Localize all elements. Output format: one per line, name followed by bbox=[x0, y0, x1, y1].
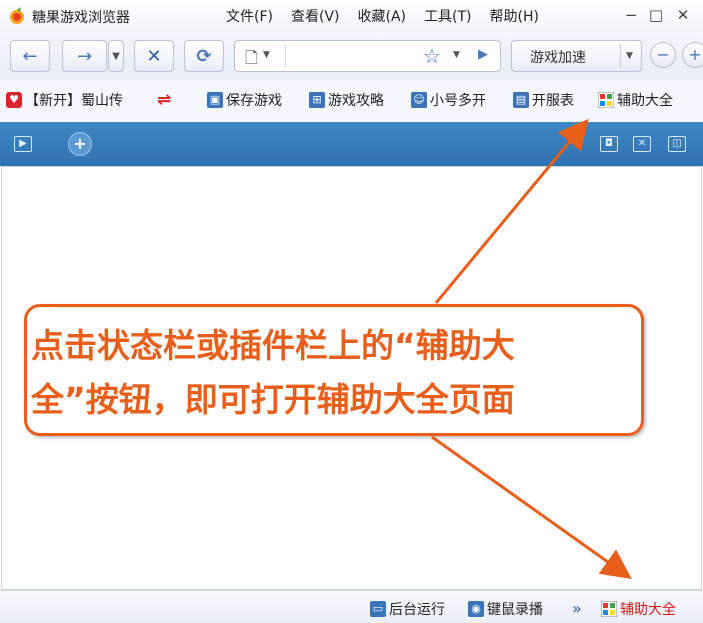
record-icon: ◉ bbox=[468, 601, 484, 617]
status-label: 辅助大全 bbox=[620, 602, 676, 618]
plugin-game-guide[interactable]: ⊞ 游戏攻略 bbox=[309, 90, 384, 110]
plugin-server-list[interactable]: ▤ 开服表 bbox=[513, 90, 574, 110]
divider bbox=[285, 45, 286, 67]
plugin-label: 辅助大全 bbox=[617, 93, 673, 109]
candy-logo-icon bbox=[10, 7, 24, 24]
minimize-button[interactable]: − bbox=[620, 5, 642, 25]
plugin-save-game[interactable]: ▣ 保存游戏 bbox=[207, 90, 282, 110]
chevron-down-icon[interactable]: ▼ bbox=[626, 51, 633, 61]
address-bar[interactable]: 🗋 ▼ ☆ ▼ ▶ bbox=[234, 40, 501, 72]
close-button[interactable]: ✕ bbox=[672, 5, 694, 25]
plugin-label: 开服表 bbox=[532, 93, 574, 109]
status-label: 后台运行 bbox=[389, 602, 445, 618]
game-speed-button[interactable]: 游戏加速 ▼ bbox=[511, 40, 642, 72]
menu-tools[interactable]: 工具(T) bbox=[424, 6, 471, 26]
arrow-left-icon: ← bbox=[22, 45, 38, 67]
calendar-icon: ▤ bbox=[513, 92, 529, 108]
chevron-down-icon: ▼ bbox=[112, 50, 120, 62]
callout-line-2: 全”按钮，即可打开辅助大全页面 bbox=[31, 380, 515, 419]
save-icon: ▣ bbox=[207, 92, 223, 108]
monitor-icon: ▭ bbox=[370, 601, 386, 617]
status-label: 键鼠录播 bbox=[487, 602, 543, 618]
plugin-assist-all[interactable]: 辅助大全 bbox=[597, 90, 673, 110]
grid-icon: ⊞ bbox=[309, 92, 325, 108]
menu-favorites[interactable]: 收藏(A) bbox=[358, 6, 407, 26]
stop-icon: ✕ bbox=[146, 45, 162, 67]
callout-line-1: 点击状态栏或插件栏上的“辅助大 bbox=[31, 326, 515, 365]
plugin-label: 游戏攻略 bbox=[328, 93, 384, 109]
forward-button[interactable]: → bbox=[62, 40, 107, 72]
background-run-button[interactable]: ▭ 后台运行 bbox=[370, 599, 445, 619]
nav-toolbar: ← → ▼ ✕ ⟳ 🗋 ▼ ☆ ▼ ▶ 游戏加速 ▼ − + bbox=[0, 32, 703, 81]
status-bar: ▭ 后台运行 ◉ 键鼠录播 » 辅助大全 bbox=[0, 590, 703, 623]
swap-arrows-icon: ⇌ bbox=[157, 90, 172, 110]
more-button[interactable]: » bbox=[572, 599, 582, 618]
double-chevron-icon: » bbox=[572, 599, 582, 618]
split-view-icon[interactable]: ◫ bbox=[668, 136, 686, 152]
title-bar: 糖果游戏浏览器 文件(F) 查看(V) 收藏(A) 工具(T) 帮助(H) − … bbox=[0, 0, 703, 32]
close-tab-icon[interactable]: ✕ bbox=[633, 136, 651, 152]
menu-help[interactable]: 帮助(H) bbox=[490, 6, 539, 26]
assist-grid-icon bbox=[600, 600, 618, 618]
plugin-multi-account[interactable]: ☺ 小号多开 bbox=[411, 90, 486, 110]
page-icon[interactable]: 🗋 bbox=[245, 47, 258, 74]
menu-bar: 文件(F) 查看(V) 收藏(A) 工具(T) 帮助(H) bbox=[226, 6, 539, 26]
macro-record-button[interactable]: ◉ 键鼠录播 bbox=[468, 599, 543, 619]
assist-grid-icon bbox=[597, 91, 615, 109]
menu-file[interactable]: 文件(F) bbox=[226, 6, 273, 26]
menu-view[interactable]: 查看(V) bbox=[291, 6, 340, 26]
bookmark-label: 【新开】蜀山传 bbox=[25, 93, 123, 109]
history-dropdown-button[interactable]: ▼ bbox=[108, 40, 124, 72]
bookmark-shushan[interactable]: ♥ 【新开】蜀山传 bbox=[6, 90, 123, 110]
back-button[interactable]: ← bbox=[10, 40, 50, 72]
chevron-down-icon[interactable]: ▼ bbox=[263, 50, 270, 60]
zoom-out-button[interactable]: − bbox=[650, 42, 676, 68]
maximize-button[interactable]: □ bbox=[645, 5, 667, 25]
plugin-label: 保存游戏 bbox=[226, 93, 282, 109]
go-icon[interactable]: ▶ bbox=[478, 47, 488, 62]
new-tab-button[interactable]: + bbox=[68, 132, 92, 156]
stop-button[interactable]: ✕ bbox=[134, 40, 174, 72]
star-icon[interactable]: ☆ bbox=[423, 44, 441, 68]
swap-button[interactable]: ⇌ bbox=[157, 90, 171, 110]
sidebar-toggle-icon[interactable]: ▶ bbox=[14, 136, 32, 152]
zoom-in-button[interactable]: + bbox=[682, 42, 703, 68]
users-icon: ☺ bbox=[411, 92, 427, 108]
tab-strip: ▶ + ◘ ✕ ◫ bbox=[0, 122, 703, 166]
minus-icon: − bbox=[656, 45, 670, 64]
url-input[interactable] bbox=[291, 48, 416, 66]
refresh-icon: ⟳ bbox=[196, 45, 212, 67]
status-assist-all-button[interactable]: 辅助大全 bbox=[600, 599, 676, 619]
heart-icon: ♥ bbox=[6, 92, 22, 108]
plugin-label: 小号多开 bbox=[430, 93, 486, 109]
plugin-bar: ♥ 【新开】蜀山传 ⇌ ▣ 保存游戏 ⊞ 游戏攻略 ☺ 小号多开 ▤ 开服表 辅… bbox=[0, 80, 703, 122]
refresh-button[interactable]: ⟳ bbox=[184, 40, 224, 72]
arrow-right-icon: → bbox=[76, 45, 93, 67]
app-title: 糖果游戏浏览器 bbox=[32, 10, 130, 26]
plus-icon: + bbox=[688, 45, 702, 64]
divider bbox=[620, 44, 621, 68]
chevron-down-icon[interactable]: ▼ bbox=[453, 50, 460, 60]
restore-icon[interactable]: ◘ bbox=[600, 136, 618, 152]
instruction-callout: 点击状态栏或插件栏上的“辅助大 全”按钮，即可打开辅助大全页面 bbox=[24, 304, 644, 436]
game-speed-label: 游戏加速 bbox=[530, 50, 586, 66]
